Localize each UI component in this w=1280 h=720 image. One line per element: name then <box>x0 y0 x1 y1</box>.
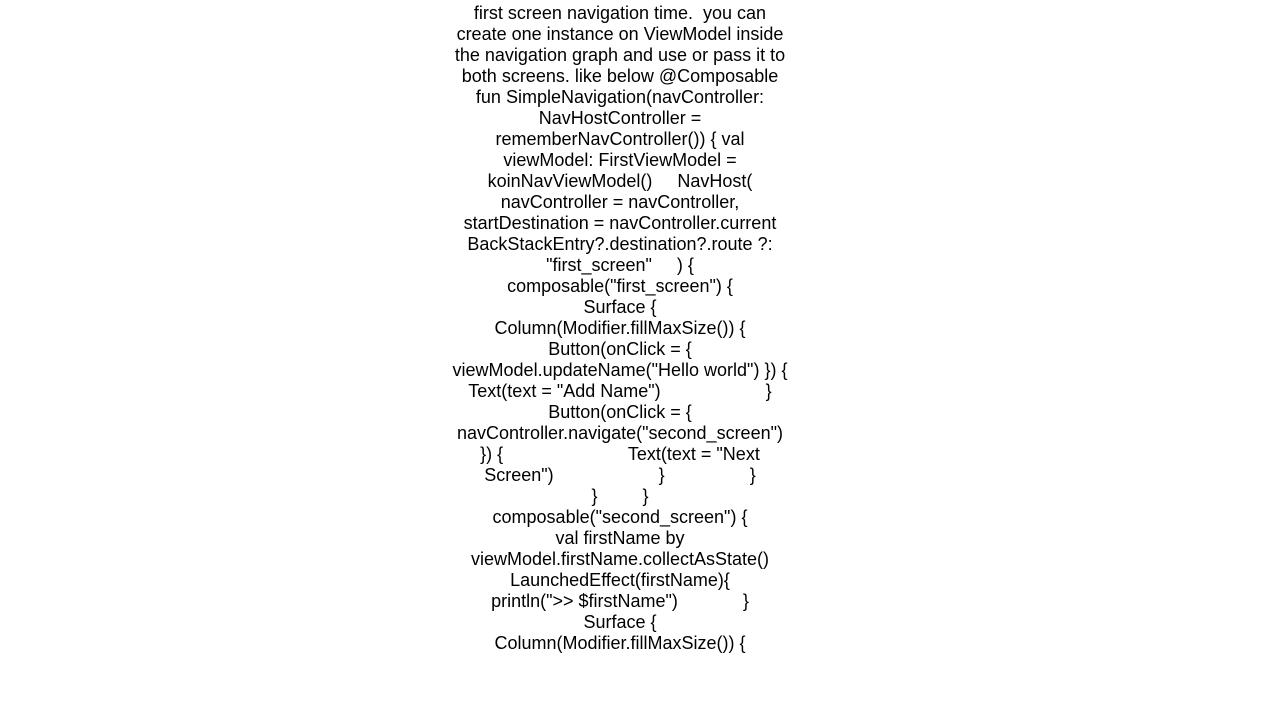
document-text-block: ViewModel first screen instance from the… <box>450 0 790 654</box>
